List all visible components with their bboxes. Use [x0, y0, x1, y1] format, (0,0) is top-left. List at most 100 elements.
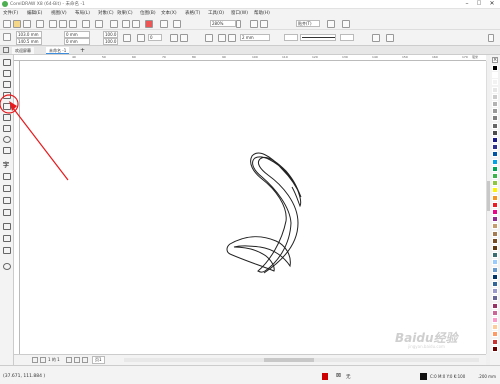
zoom-tool-icon[interactable]: [3, 92, 11, 99]
close-button[interactable]: ✕: [487, 0, 497, 8]
curve-option-icon[interactable]: [218, 34, 226, 42]
outline-pen-icon[interactable]: [228, 34, 236, 42]
outline-width-field[interactable]: 2 mm: [240, 34, 270, 41]
copy-icon[interactable]: [59, 20, 67, 28]
palette-swatch[interactable]: [492, 216, 498, 223]
object-x-field[interactable]: 103.0 mm: [16, 31, 42, 38]
export-icon[interactable]: [132, 20, 140, 28]
palette-no-color-swatch[interactable]: ×: [492, 57, 498, 63]
palette-swatch[interactable]: [492, 201, 498, 208]
app-launcher-icon[interactable]: [160, 20, 168, 28]
artistic-media-tool-icon[interactable]: [3, 114, 11, 121]
connector-tool-icon[interactable]: [3, 185, 11, 192]
menu-file[interactable]: 文件(F): [3, 10, 18, 16]
start-arrowhead-dropdown[interactable]: [284, 34, 298, 41]
line-style-dropdown[interactable]: [300, 34, 336, 41]
palette-swatch[interactable]: [492, 79, 498, 86]
save-icon[interactable]: [23, 20, 31, 28]
palette-swatch[interactable]: [492, 266, 498, 273]
mirror-vertical-icon[interactable]: [180, 34, 188, 42]
next-page-icon[interactable]: [66, 357, 72, 363]
palette-swatch[interactable]: [492, 295, 498, 302]
previous-page-icon[interactable]: [40, 357, 46, 363]
ellipse-tool-icon[interactable]: [3, 136, 11, 143]
undo-icon[interactable]: [82, 20, 90, 28]
palette-swatch[interactable]: [492, 324, 498, 331]
menu-view[interactable]: 视图(V): [51, 10, 67, 16]
new-document-icon[interactable]: [3, 20, 11, 28]
text-wrap-icon[interactable]: [386, 34, 394, 42]
outline-color-swatch[interactable]: [420, 373, 427, 380]
drop-shadow-tool-icon[interactable]: [3, 197, 11, 204]
parallel-dimension-tool-icon[interactable]: [3, 173, 11, 180]
crop-tool-icon[interactable]: [3, 81, 11, 88]
palette-swatch[interactable]: [492, 122, 498, 129]
last-page-icon[interactable]: [74, 357, 80, 363]
palette-swatch[interactable]: [492, 252, 498, 259]
palette-swatch[interactable]: [492, 144, 498, 151]
menu-help[interactable]: 帮助(H): [254, 10, 270, 16]
menu-table[interactable]: 表格(T): [185, 10, 200, 16]
transparency-tool-icon[interactable]: [3, 209, 11, 216]
tab-document[interactable]: 未命名 -1: [46, 47, 70, 54]
menu-window[interactable]: 窗口(W): [231, 10, 248, 16]
import-icon[interactable]: [122, 20, 130, 28]
shape-tool-icon[interactable]: [3, 70, 11, 77]
palette-swatch[interactable]: [492, 115, 498, 122]
palette-swatch[interactable]: [492, 281, 498, 287]
print-icon[interactable]: [36, 20, 44, 28]
full-screen-icon[interactable]: [173, 20, 181, 28]
horizontal-scrollbar[interactable]: [124, 358, 479, 362]
node-tool-icon[interactable]: [205, 34, 213, 42]
palette-swatch[interactable]: [492, 273, 498, 280]
palette-swatch[interactable]: [492, 237, 498, 244]
first-page-icon[interactable]: [32, 357, 38, 363]
palette-swatch[interactable]: [492, 259, 498, 266]
palette-swatch[interactable]: [492, 309, 498, 316]
palette-swatch[interactable]: [492, 317, 498, 323]
add-tab-icon[interactable]: +: [80, 47, 85, 54]
object-height-field[interactable]: 0 mm: [64, 38, 90, 45]
paste-icon[interactable]: [69, 20, 77, 28]
menu-tools[interactable]: 工具(O): [208, 10, 224, 16]
palette-swatch[interactable]: [492, 129, 498, 136]
interactive-fill-tool-icon[interactable]: [3, 235, 11, 242]
zoom-level-field[interactable]: 280%: [210, 20, 236, 27]
scale-x-field[interactable]: 100.0: [103, 31, 118, 38]
menu-text[interactable]: 文本(X): [161, 10, 177, 16]
quick-customize-icon[interactable]: [488, 34, 494, 42]
freehand-tool-icon[interactable]: [3, 103, 11, 110]
minimize-button[interactable]: –: [462, 0, 472, 8]
palette-swatch[interactable]: [492, 158, 498, 165]
polygon-tool-icon[interactable]: [3, 147, 11, 154]
rotate-icon[interactable]: [137, 34, 145, 42]
object-y-field[interactable]: 140.5 mm: [16, 38, 42, 45]
palette-swatch[interactable]: [492, 223, 498, 230]
rectangle-tool-icon[interactable]: [3, 125, 11, 132]
palette-swatch[interactable]: [492, 173, 498, 179]
palette-swatch[interactable]: [492, 245, 498, 251]
maximize-button[interactable]: □: [474, 0, 484, 8]
pick-tool-icon[interactable]: [3, 59, 11, 66]
add-tool-icon[interactable]: [3, 263, 11, 270]
palette-swatch[interactable]: [492, 209, 498, 215]
palette-swatch[interactable]: [492, 165, 498, 172]
palette-swatch[interactable]: [492, 180, 498, 187]
palette-swatch[interactable]: [492, 108, 498, 115]
search-content-icon[interactable]: [110, 20, 118, 28]
redo-icon[interactable]: [95, 20, 103, 28]
grid-icon[interactable]: [260, 20, 268, 28]
end-arrowhead-dropdown[interactable]: [340, 34, 354, 41]
mirror-horizontal-icon[interactable]: [170, 34, 178, 42]
palette-swatch[interactable]: [492, 93, 498, 100]
fill-color-icon[interactable]: [322, 373, 328, 380]
rulers-icon[interactable]: [250, 20, 258, 28]
page-preset-icon[interactable]: [3, 33, 11, 41]
object-width-field[interactable]: 0 mm: [64, 31, 90, 38]
palette-swatch[interactable]: [492, 230, 498, 237]
horizontal-scroll-thumb[interactable]: [264, 358, 314, 362]
swan-drawing[interactable]: [20, 61, 486, 354]
palette-swatch[interactable]: [492, 137, 498, 143]
text-tool-icon[interactable]: 字: [3, 160, 11, 169]
color-eyedropper-tool-icon[interactable]: [3, 223, 11, 230]
